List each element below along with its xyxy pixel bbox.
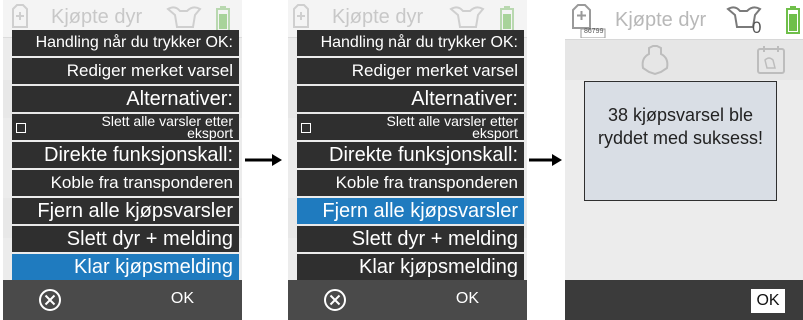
screen-menu-1: Kjøpte dyr Handling når du trykker OK: R… — [3, 0, 242, 320]
close-circle-icon[interactable] — [38, 288, 62, 312]
checkbox[interactable] — [16, 123, 26, 133]
menu-item-remove-all-purchase[interactable]: Fjern alle kjøpsvarsler — [12, 198, 239, 224]
ok-button[interactable]: OK — [751, 289, 785, 313]
badge-count: 0 — [752, 18, 762, 37]
menu-item-remove-all-purchase[interactable]: Fjern alle kjøpsvarsler — [297, 198, 524, 224]
bottom-bar: OK — [3, 280, 242, 320]
screen-menu-2: Kjøpte dyr Handling når du trykker OK: R… — [288, 0, 527, 320]
menu-heading-direct-calls: Direkte funksjonskall: — [297, 142, 524, 168]
action-menu: Handling når du trykker OK: Rediger merk… — [297, 30, 524, 282]
battery-icon — [786, 6, 800, 39]
menu-checkbox-delete-after-export[interactable]: Slett alle varsler etter eksport — [12, 114, 239, 140]
bottom-bar: OK — [565, 280, 803, 320]
ok-button[interactable]: OK — [456, 290, 479, 308]
menu-checkbox-delete-after-export[interactable]: Slett alle varsler etter eksport — [297, 114, 524, 140]
bottom-bar: OK — [288, 280, 527, 320]
header-title: Kjøpte dyr — [615, 9, 707, 31]
menu-item-delete-animal-message[interactable]: Slett dyr + melding — [297, 226, 524, 252]
header-title: Kjøpte dyr — [51, 6, 143, 28]
menu-item-edit-selected[interactable]: Rediger merket varsel — [12, 58, 239, 84]
sub-toolbar — [565, 40, 803, 80]
ok-button[interactable]: OK — [171, 290, 194, 308]
menu-item-delete-animal-message[interactable]: Slett dyr + melding — [12, 226, 239, 252]
menu-prompt: Handling når du trykker OK: — [12, 30, 239, 56]
calendar-cow-icon[interactable] — [755, 44, 787, 81]
header: 86799 Kjøpte dyr 0 — [565, 0, 803, 40]
dialog-message: 38 kjøpsvarsel ble ryddet med suksess! — [597, 105, 764, 148]
menu-heading-alternatives: Alternativer: — [297, 86, 524, 112]
menu-heading-alternatives: Alternativer: — [12, 86, 239, 112]
ear-tag-icon[interactable] — [639, 44, 671, 81]
ear-tag-number: 86799 — [584, 28, 604, 35]
arrow-right-icon — [245, 154, 282, 166]
menu-item-edit-selected[interactable]: Rediger merket varsel — [297, 58, 524, 84]
menu-item-disconnect-transponder[interactable]: Koble fra transponderen — [297, 170, 524, 196]
menu-item-disconnect-transponder[interactable]: Koble fra transponderen — [12, 170, 239, 196]
menu-heading-direct-calls: Direkte funksjonskall: — [12, 142, 239, 168]
arrow-right-icon — [529, 154, 562, 166]
menu-prompt: Handling når du trykker OK: — [297, 30, 524, 56]
screen-result: 86799 Kjøpte dyr 0 38 kjøpsvarsel ble ry… — [565, 0, 803, 320]
success-dialog: 38 kjøpsvarsel ble ryddet med suksess! — [584, 81, 777, 201]
checkbox[interactable] — [301, 123, 311, 133]
header-title: Kjøpte dyr — [332, 6, 424, 28]
close-circle-icon[interactable] — [323, 288, 347, 312]
menu-item-clear-purchase-message[interactable]: Klar kjøpsmelding — [297, 254, 524, 280]
menu-item-clear-purchase-message[interactable]: Klar kjøpsmelding — [12, 254, 239, 280]
ear-tag-add-icon[interactable] — [567, 2, 607, 43]
action-menu: Handling når du trykker OK: Rediger merk… — [12, 30, 239, 282]
